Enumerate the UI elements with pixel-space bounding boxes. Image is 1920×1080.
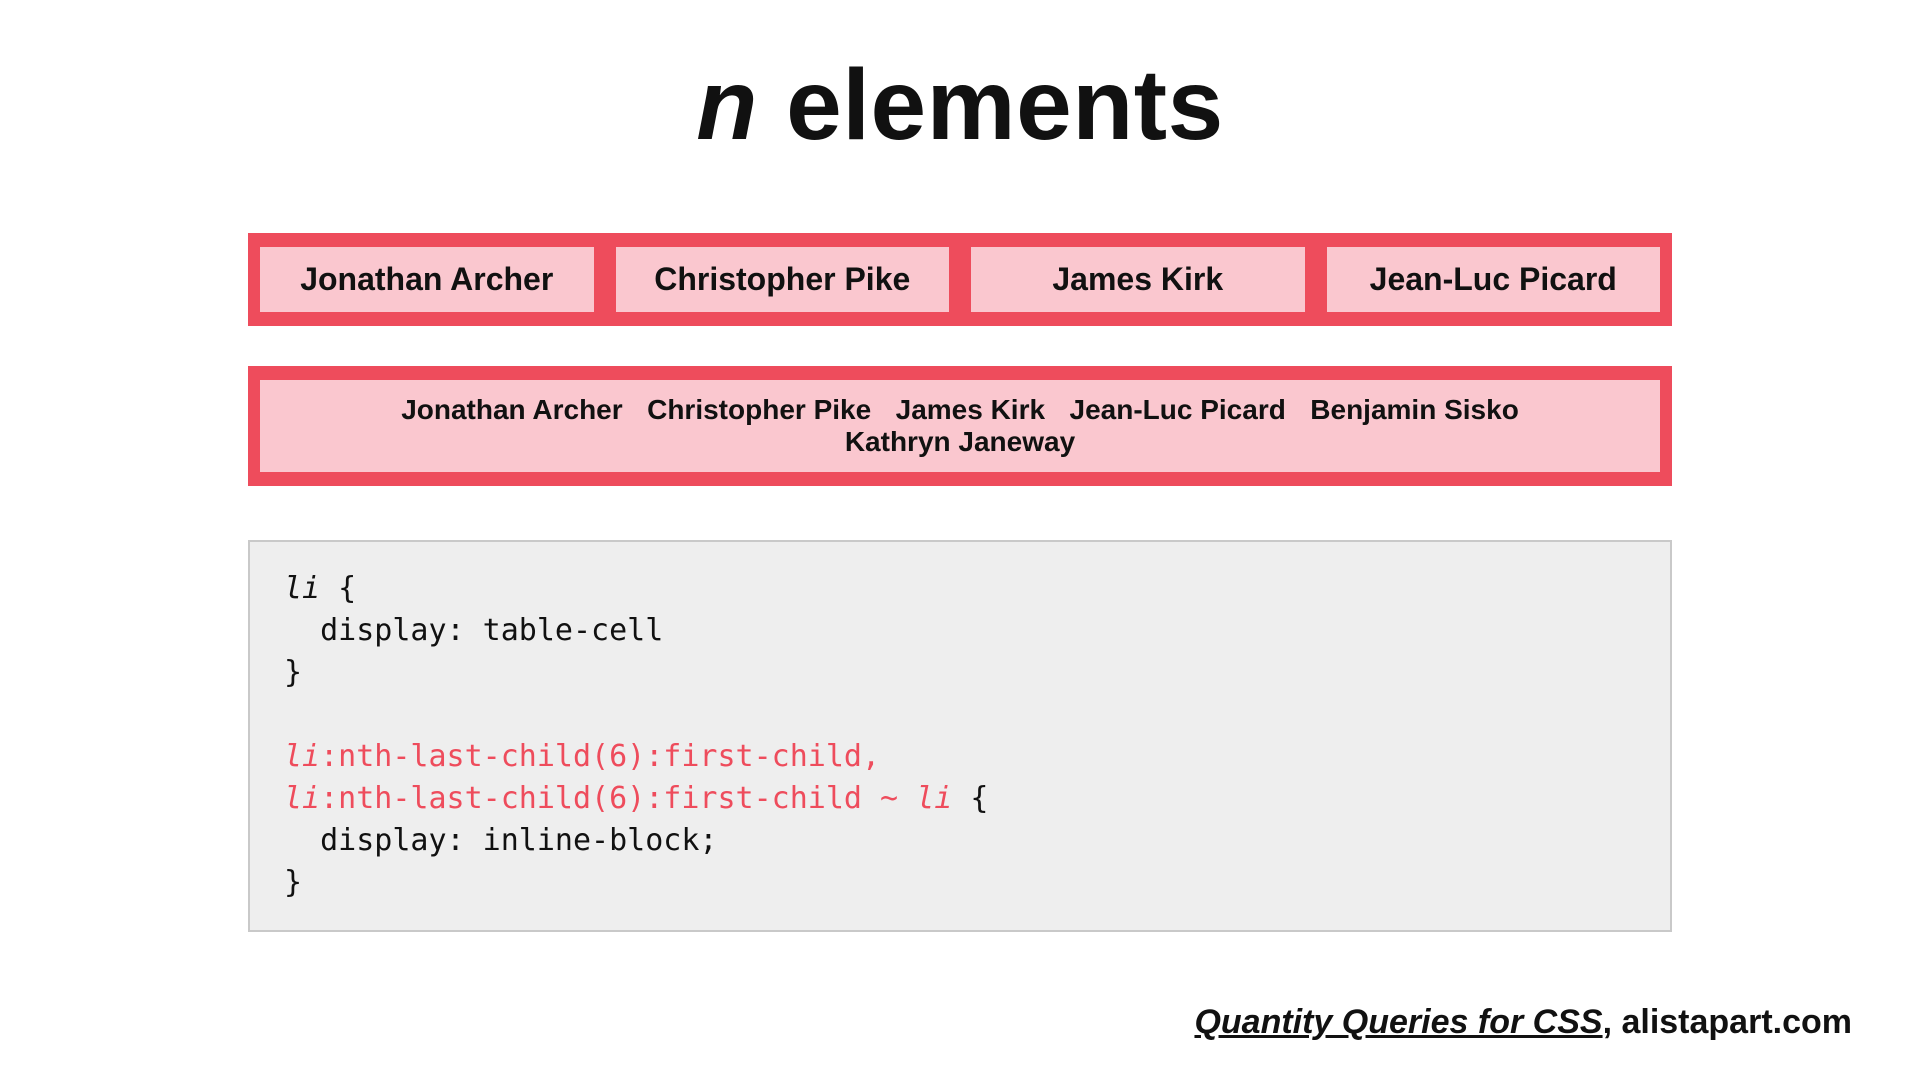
code-selector: li bbox=[284, 739, 320, 774]
list-item: Kathryn Janeway bbox=[835, 426, 1085, 458]
code-quantity-selector: li:nth-last-child(6):first-child, li:nth… bbox=[284, 739, 952, 816]
title-rest: elements bbox=[758, 49, 1224, 161]
code-text: { bbox=[952, 781, 988, 816]
list-item: James Kirk bbox=[886, 394, 1055, 426]
code-text: display: inline-block; bbox=[284, 823, 717, 858]
code-text: { bbox=[320, 571, 356, 606]
citation: Quantity Queries for CSS, alistapart.com bbox=[1194, 1003, 1852, 1042]
list-item: Christopher Pike bbox=[637, 394, 881, 426]
list-item: Jonathan Archer bbox=[260, 247, 594, 312]
slide: n elements Jonathan Archer Christopher P… bbox=[0, 0, 1920, 1080]
list-item: Jean-Luc Picard bbox=[1327, 247, 1661, 312]
code-text: display: table-cell bbox=[284, 613, 663, 648]
code-selector: li bbox=[284, 571, 320, 606]
code-text: } bbox=[284, 655, 302, 690]
code-selector: li bbox=[916, 781, 952, 816]
slide-title: n elements bbox=[248, 48, 1672, 163]
code-text: :nth-last-child(6):first-child, bbox=[320, 739, 880, 774]
list-item: Benjamin Sisko bbox=[1300, 394, 1529, 426]
code-text: } bbox=[284, 865, 302, 900]
code-text: :nth-last-child(6):first-child ~ bbox=[320, 781, 916, 816]
list-item: Jonathan Archer bbox=[391, 394, 632, 426]
code-selector: li bbox=[284, 781, 320, 816]
citation-sep: , bbox=[1603, 1003, 1622, 1041]
citation-link[interactable]: Quantity Queries for CSS bbox=[1194, 1003, 1602, 1041]
title-n: n bbox=[696, 49, 758, 161]
example-row-6-items: Jonathan Archer Christopher Pike James K… bbox=[248, 366, 1672, 486]
code-block: li { display: table-cell } li:nth-last-c… bbox=[248, 540, 1672, 932]
example-row-4-items: Jonathan Archer Christopher Pike James K… bbox=[248, 233, 1672, 326]
example-row-6-inner: Jonathan Archer Christopher Pike James K… bbox=[260, 380, 1660, 472]
citation-site: alistapart.com bbox=[1621, 1003, 1852, 1041]
list-item: Christopher Pike bbox=[616, 247, 950, 312]
list-item: James Kirk bbox=[971, 247, 1305, 312]
list-item: Jean-Luc Picard bbox=[1060, 394, 1296, 426]
